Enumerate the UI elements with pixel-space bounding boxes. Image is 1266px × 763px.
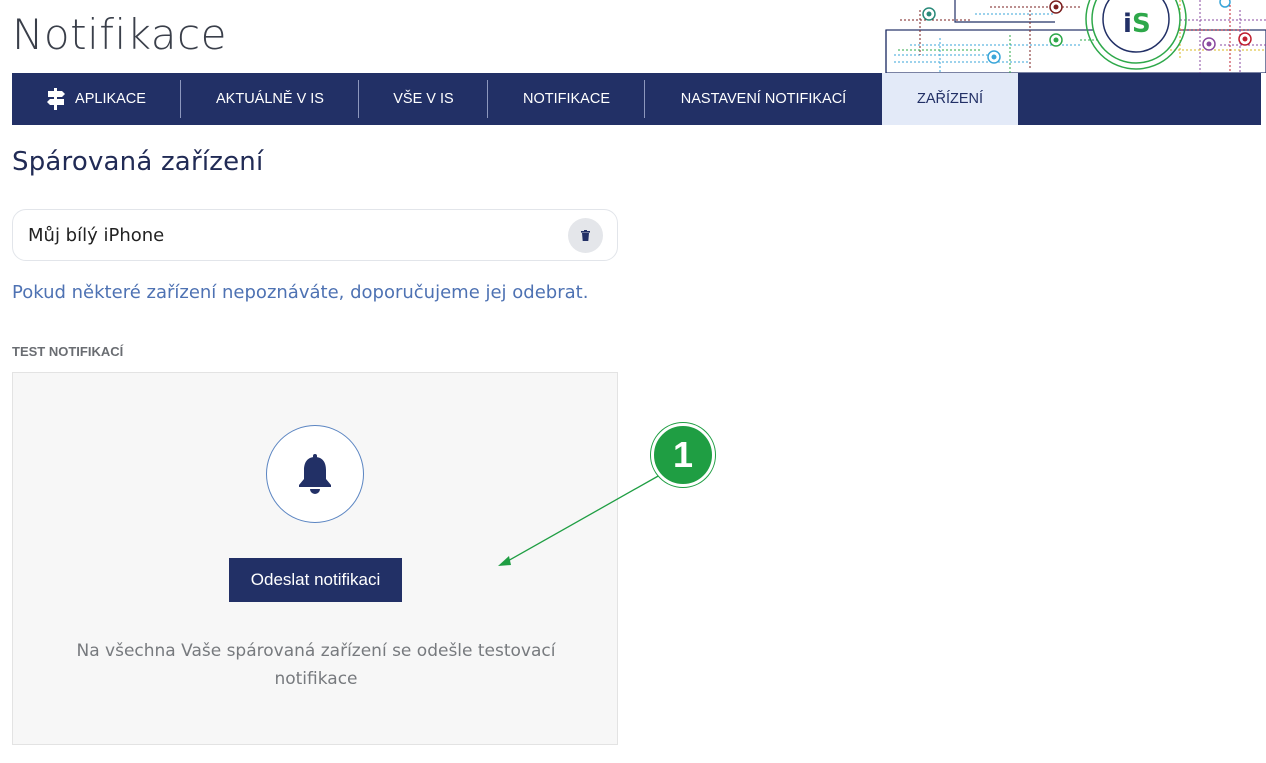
test-notifications-label: TEST NOTIFIKACÍ	[12, 344, 124, 359]
is-logo-graphic: i S	[885, 0, 1266, 73]
main-navigation: APLIKACE AKTUÁLNĚ V IS VŠE V IS NOTIFIKA…	[12, 73, 1261, 125]
nav-item-vse-v-is[interactable]: VŠE V IS	[359, 73, 488, 125]
remove-device-hint: Pokud některé zařízení nepoznáváte, dopo…	[12, 282, 589, 303]
nav-item-zarizeni[interactable]: ZAŘÍZENÍ	[882, 73, 1018, 125]
page-title: Notifikace	[12, 10, 227, 59]
nav-item-aktualne[interactable]: AKTUÁLNĚ V IS	[181, 73, 359, 125]
device-row: Můj bílý iPhone	[12, 209, 618, 261]
svg-text:i: i	[1123, 9, 1132, 39]
delete-device-button[interactable]	[568, 217, 603, 253]
nav-item-label: APLIKACE	[75, 91, 146, 107]
test-notification-panel: Odeslat notifikaci Na všechna Vaše spáro…	[12, 372, 618, 745]
nav-item-label: ZAŘÍZENÍ	[916, 91, 984, 107]
nav-item-label: AKTUÁLNĚ V IS	[216, 91, 324, 107]
nav-item-nastaveni-notifikaci[interactable]: NASTAVENÍ NOTIFIKACÍ	[645, 73, 882, 125]
trash-icon	[581, 229, 590, 241]
bell-icon-circle	[266, 425, 364, 523]
signpost-icon	[47, 88, 66, 110]
nav-item-label: NOTIFIKACE	[522, 91, 610, 107]
bell-icon	[299, 454, 331, 494]
nav-item-label: VŠE V IS	[393, 91, 454, 107]
device-name: Můj bílý iPhone	[28, 224, 165, 246]
test-notification-description: Na všechna Vaše spárovaná zařízení se od…	[76, 641, 556, 689]
nav-item-notifikace[interactable]: NOTIFIKACE	[488, 73, 645, 125]
annotation-badge: 1	[651, 423, 715, 487]
nav-item-label: NASTAVENÍ NOTIFIKACÍ	[680, 91, 847, 107]
nav-item-aplikace[interactable]: APLIKACE	[12, 73, 181, 125]
svg-text:S: S	[1132, 9, 1151, 39]
send-notification-button[interactable]: Odeslat notifikaci	[229, 558, 402, 602]
section-title-paired-devices: Spárovaná zařízení	[12, 147, 264, 177]
